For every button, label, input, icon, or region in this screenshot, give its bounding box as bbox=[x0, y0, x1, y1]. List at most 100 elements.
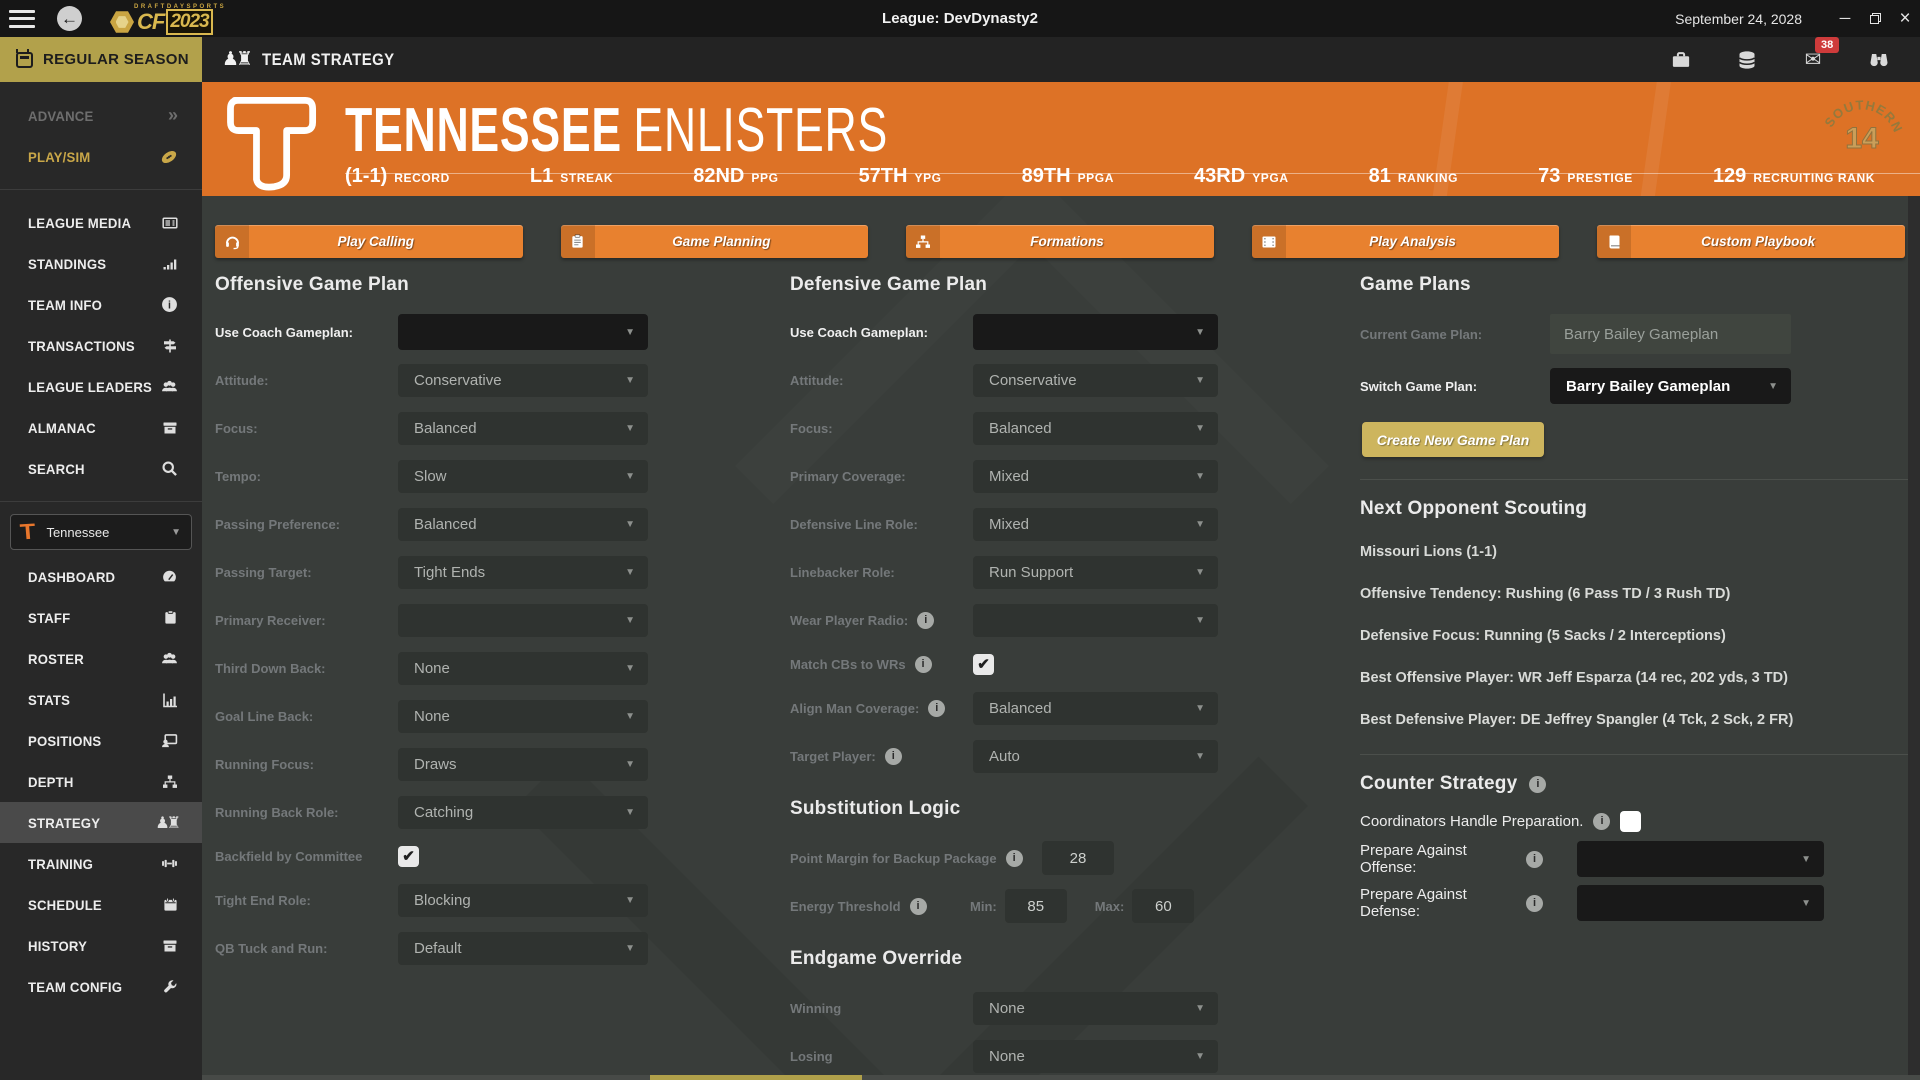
info-icon: i bbox=[161, 296, 178, 313]
o-passing-preference-select[interactable]: Balanced▼ bbox=[398, 508, 648, 541]
coordinators-checkbox[interactable] bbox=[1620, 811, 1641, 832]
sidebar-item-standings[interactable]: STANDINGS bbox=[0, 243, 202, 284]
sidebar-item-staff[interactable]: STAFF bbox=[0, 597, 202, 638]
prepare-against-defense-select[interactable]: ▼ bbox=[1577, 885, 1824, 921]
o-goal-line-back-select[interactable]: None▼ bbox=[398, 700, 648, 733]
scrollbar-thumb[interactable] bbox=[650, 1075, 862, 1080]
sidebar-item-strategy[interactable]: STRATEGY ♟♜ bbox=[0, 802, 202, 843]
team-name: TENNESSEE ENLISTERS bbox=[345, 95, 888, 166]
winning-select[interactable]: None▼ bbox=[973, 992, 1218, 1025]
signal-bars-icon bbox=[162, 256, 178, 272]
prepare-against-offense-select[interactable]: ▼ bbox=[1577, 841, 1824, 877]
o-tight-end-role-select[interactable]: Blocking▼ bbox=[398, 884, 648, 917]
tab-game-planning[interactable]: Game Planning bbox=[561, 225, 869, 258]
info-icon[interactable]: i bbox=[1526, 895, 1543, 912]
archive-icon bbox=[162, 420, 178, 436]
d-match-cbs-to-wrs-checkbox[interactable] bbox=[973, 654, 994, 675]
tab-play-analysis[interactable]: Play Analysis bbox=[1252, 225, 1560, 258]
o-qb-tuck-and-run-select[interactable]: Default▼ bbox=[398, 932, 648, 965]
o-third-down-back-select[interactable]: None▼ bbox=[398, 652, 648, 685]
sidebar-item-team-info[interactable]: TEAM INFO i bbox=[0, 284, 202, 325]
close-button[interactable]: × bbox=[1890, 0, 1920, 37]
tab-custom-playbook[interactable]: Custom Playbook bbox=[1597, 225, 1905, 258]
page-title: ♟♜ TEAM STRATEGY bbox=[222, 37, 413, 82]
tab-formations[interactable]: Formations bbox=[906, 225, 1214, 258]
sidebar-item-transactions[interactable]: TRANSACTIONS bbox=[0, 325, 202, 366]
sidebar-item-search[interactable]: SEARCH bbox=[0, 448, 202, 489]
stat-prestige: 73PRESTIGE bbox=[1538, 165, 1633, 188]
sidebar-item-team-config[interactable]: TEAM CONFIG bbox=[0, 966, 202, 1007]
info-icon[interactable]: i bbox=[1593, 813, 1610, 830]
o-tempo-select[interactable]: Slow▼ bbox=[398, 460, 648, 493]
d-focus-select[interactable]: Balanced▼ bbox=[973, 412, 1218, 445]
mail-icon[interactable]: ✉ 38 bbox=[1802, 49, 1824, 71]
d-primary-coverage-select[interactable]: Mixed▼ bbox=[973, 460, 1218, 493]
o-backfield-by-committee-checkbox[interactable] bbox=[398, 846, 419, 867]
sidebar-item-league-media[interactable]: LEAGUE MEDIA bbox=[0, 202, 202, 243]
game-plans-section: Game Plans Current Game Plan: Barry Bail… bbox=[1360, 274, 1920, 925]
sidebar-item-positions[interactable]: POSITIONS bbox=[0, 720, 202, 761]
sidebar-item-history[interactable]: HISTORY bbox=[0, 925, 202, 966]
energy-min-input[interactable]: 85 bbox=[1005, 889, 1067, 923]
info-icon[interactable]: i bbox=[910, 898, 927, 915]
sidebar-item-schedule[interactable]: SCHEDULE bbox=[0, 884, 202, 925]
clipboard-icon bbox=[561, 225, 595, 258]
tab-play-calling[interactable]: Play Calling bbox=[215, 225, 523, 258]
svg-text:14: 14 bbox=[1845, 122, 1879, 155]
info-icon[interactable]: i bbox=[1006, 850, 1023, 867]
database-icon[interactable] bbox=[1736, 49, 1758, 71]
sidebar-item-roster[interactable]: ROSTER bbox=[0, 638, 202, 679]
defense-title: Defensive Game Plan bbox=[790, 274, 1235, 296]
sidebar-item-advance[interactable]: ADVANCE » bbox=[0, 95, 202, 136]
d-wear-player-radio-select[interactable]: ▼ bbox=[973, 604, 1218, 637]
info-icon[interactable]: i bbox=[1529, 776, 1546, 793]
o-use-coach-gameplan-select[interactable]: ▼ bbox=[398, 314, 648, 350]
minimize-button[interactable]: ─ bbox=[1830, 0, 1860, 37]
d-linebacker-role-select[interactable]: Run Support▼ bbox=[973, 556, 1218, 589]
team-selector[interactable]: T Tennessee ▼ bbox=[10, 514, 192, 550]
info-icon[interactable]: i bbox=[928, 700, 945, 717]
sidebar-item-play-sim[interactable]: PLAY/SIM bbox=[0, 136, 202, 177]
sidebar-item-training[interactable]: TRAINING bbox=[0, 843, 202, 884]
point-margin-input[interactable]: 28 bbox=[1042, 841, 1114, 875]
offensive-game-plan-section: Offensive Game Plan Use Coach Gameplan: … bbox=[215, 274, 660, 972]
switch-game-plan-select[interactable]: Barry Bailey Gameplan▼ bbox=[1550, 368, 1791, 404]
briefcase-icon[interactable] bbox=[1670, 49, 1692, 71]
info-icon[interactable]: i bbox=[1526, 851, 1543, 868]
main-content: Play Calling Game Planning Formations Pl… bbox=[202, 196, 1920, 1080]
sidebar-item-stats[interactable]: STATS bbox=[0, 679, 202, 720]
horizontal-scrollbar[interactable] bbox=[202, 1075, 1920, 1080]
sidebar-item-dashboard[interactable]: DASHBOARD bbox=[0, 556, 202, 597]
film-icon bbox=[1252, 225, 1286, 258]
create-new-game-plan-button[interactable]: Create New Game Plan bbox=[1362, 422, 1544, 457]
d-use-coach-gameplan-select[interactable]: ▼ bbox=[973, 314, 1218, 350]
o-passing-target-select[interactable]: Tight Ends▼ bbox=[398, 556, 648, 589]
scouting-opponent: Missouri Lions (1-1) bbox=[1360, 544, 1920, 560]
info-icon[interactable]: i bbox=[917, 612, 934, 629]
info-icon[interactable]: i bbox=[915, 656, 932, 673]
o-focus-select[interactable]: Balanced▼ bbox=[398, 412, 648, 445]
defensive-game-plan-section: Defensive Game Plan Use Coach Gameplan: … bbox=[790, 274, 1235, 1080]
vertical-scrollbar[interactable] bbox=[1908, 196, 1920, 1075]
regular-season-button[interactable]: REGULAR SEASON bbox=[0, 37, 202, 82]
info-icon[interactable]: i bbox=[885, 748, 902, 765]
o-running-focus-select[interactable]: Draws▼ bbox=[398, 748, 648, 781]
game-plans-title: Game Plans bbox=[1360, 274, 1920, 296]
o-running-back-role-select[interactable]: Catching▼ bbox=[398, 796, 648, 829]
o-primary-receiver-select[interactable]: ▼ bbox=[398, 604, 648, 637]
sidebar-item-league-leaders[interactable]: LEAGUE LEADERS bbox=[0, 366, 202, 407]
d-align-man-coverage-select[interactable]: Balanced▼ bbox=[973, 692, 1218, 725]
sidebar-item-almanac[interactable]: ALMANAC bbox=[0, 407, 202, 448]
counter-strategy-title: Counter Strategy bbox=[1360, 773, 1517, 795]
current-game-plan-value: Barry Bailey Gameplan bbox=[1550, 314, 1791, 354]
d-defensive-line-role-select[interactable]: Mixed▼ bbox=[973, 508, 1218, 541]
d-attitude-select[interactable]: Conservative▼ bbox=[973, 364, 1218, 397]
energy-max-input[interactable]: 60 bbox=[1132, 889, 1194, 923]
binoculars-icon[interactable] bbox=[1868, 49, 1890, 71]
o-attitude-select[interactable]: Conservative▼ bbox=[398, 364, 648, 397]
losing-select[interactable]: None▼ bbox=[973, 1040, 1218, 1073]
stat-ppga: 89THPPGA bbox=[1022, 165, 1114, 188]
restore-button[interactable] bbox=[1860, 0, 1890, 37]
d-target-player-select[interactable]: Auto▼ bbox=[973, 740, 1218, 773]
sidebar-item-depth[interactable]: DEPTH bbox=[0, 761, 202, 802]
